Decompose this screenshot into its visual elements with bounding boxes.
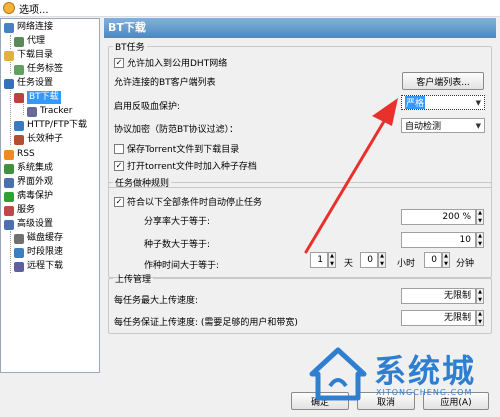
watermark-text: 系统城 [374,352,477,390]
watermark-sub: XITONGCHENG.COM [376,388,473,397]
watermark: 系统城 XITONGCHENG.COM [308,340,498,410]
house-logo-icon [309,347,367,401]
